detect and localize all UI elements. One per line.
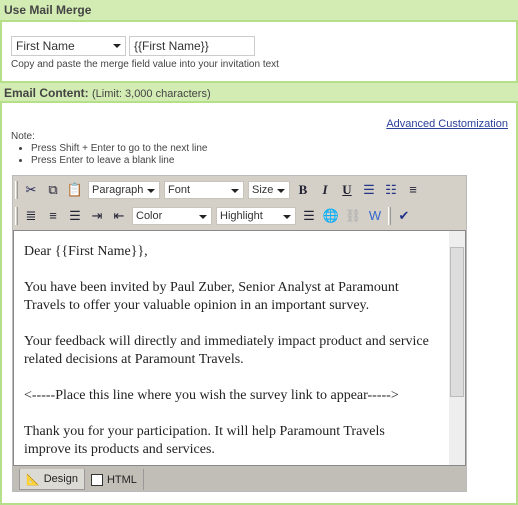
merge-field-select[interactable]: First Name bbox=[11, 36, 126, 56]
toolbar-grip bbox=[15, 180, 18, 199]
note: Note: Press Shift + Enter to go to the n… bbox=[11, 131, 208, 167]
rich-text-editor: ✂ ⧉ 📋 Paragraph Font Size B I U ☰ ☷ ≡ ≣ … bbox=[12, 175, 467, 492]
dropdown-value: Paragraph bbox=[92, 183, 144, 196]
body-paragraph: Your feedback will directly and immediat… bbox=[24, 334, 429, 367]
align-center-icon[interactable]: ≡ bbox=[44, 207, 62, 225]
dropdown-value: Size bbox=[252, 183, 274, 196]
spellcheck-icon[interactable]: ✔ bbox=[395, 207, 413, 225]
horizontal-rule-icon[interactable]: ☰ bbox=[300, 207, 318, 225]
toolbar-separator bbox=[388, 206, 391, 225]
dropdown-value: Color bbox=[136, 209, 163, 222]
body-paragraph: Dear {{First Name}}, bbox=[24, 244, 148, 259]
email-content-header: Email Content: (Limit: 3,000 characters) bbox=[0, 81, 518, 103]
align-left-icon[interactable]: ≡ bbox=[404, 181, 422, 199]
align-right-icon[interactable]: ≣ bbox=[22, 207, 40, 225]
limit-text: (Limit: 3,000 characters) bbox=[92, 88, 211, 100]
paragraph-dropdown[interactable]: Paragraph bbox=[88, 180, 160, 199]
section-title: Use Mail Merge bbox=[4, 3, 92, 17]
note-item: Press Enter to leave a blank line bbox=[31, 155, 208, 167]
cut-icon[interactable]: ✂ bbox=[22, 181, 40, 199]
scrollbar-thumb[interactable] bbox=[450, 247, 464, 397]
italic-icon[interactable]: I bbox=[316, 181, 334, 199]
highlight-dropdown[interactable]: Highlight bbox=[216, 206, 296, 225]
chevron-down-icon bbox=[277, 188, 285, 193]
tab-design[interactable]: 📐 Design bbox=[19, 469, 85, 490]
body-paragraph: <-----Place this line where you wish the… bbox=[24, 388, 399, 403]
merge-field-value-input[interactable]: {{First Name}} bbox=[129, 36, 255, 56]
toolbar-row-2: ≣ ≡ ☰ ⇥ ⇤ Color Highlight ☰ 🌐 ⛓ W ✔ bbox=[15, 203, 413, 228]
tab-html[interactable]: HTML bbox=[85, 469, 144, 490]
paste-icon[interactable]: 📋 bbox=[66, 181, 84, 199]
dropdown-value: Font bbox=[168, 183, 191, 196]
tab-label: HTML bbox=[106, 473, 137, 486]
merge-hint: Copy and paste the merge field value int… bbox=[11, 59, 279, 70]
tab-label: Design bbox=[43, 473, 78, 485]
note-label: Note: bbox=[11, 131, 35, 142]
unlink-icon[interactable]: ⛓ bbox=[344, 207, 362, 225]
indent-icon[interactable]: ⇥ bbox=[88, 207, 106, 225]
toolbar-grip bbox=[15, 206, 18, 225]
select-value: First Name bbox=[16, 39, 75, 53]
numbered-list-icon[interactable]: ☷ bbox=[382, 181, 400, 199]
insert-link-icon[interactable]: 🌐 bbox=[322, 207, 340, 225]
chevron-down-icon bbox=[147, 188, 155, 193]
bold-icon[interactable]: B bbox=[294, 181, 312, 199]
font-dropdown[interactable]: Font bbox=[164, 180, 244, 199]
justify-icon[interactable]: ☰ bbox=[66, 207, 84, 225]
dropdown-value: Highlight bbox=[220, 209, 263, 222]
html-icon bbox=[90, 473, 103, 486]
note-item: Press Shift + Enter to go to the next li… bbox=[31, 143, 208, 155]
mail-merge-header: Use Mail Merge bbox=[0, 0, 518, 22]
bulleted-list-icon[interactable]: ☰ bbox=[360, 181, 378, 199]
chevron-down-icon bbox=[199, 214, 207, 219]
editor-content[interactable]: Dear {{First Name}}, You have been invit… bbox=[13, 230, 466, 466]
underline-icon[interactable]: U bbox=[338, 181, 356, 199]
editor-scrollbar[interactable] bbox=[449, 231, 465, 465]
body-paragraph: Thank you for your participation. It wil… bbox=[24, 424, 385, 457]
chevron-down-icon bbox=[113, 44, 121, 48]
input-value: {{First Name}} bbox=[134, 39, 209, 53]
advanced-customization-link[interactable]: Advanced Customization bbox=[386, 118, 508, 130]
toolbar-row-1: ✂ ⧉ 📋 Paragraph Font Size B I U ☰ ☷ ≡ bbox=[15, 177, 422, 202]
size-dropdown[interactable]: Size bbox=[248, 180, 290, 199]
section-title: Email Content: bbox=[4, 86, 89, 100]
design-icon: 📐 bbox=[26, 473, 40, 486]
editor-mode-tabs: 📐 Design HTML bbox=[13, 466, 466, 491]
chevron-down-icon bbox=[231, 188, 239, 193]
color-dropdown[interactable]: Color bbox=[132, 206, 212, 225]
paste-from-word-icon[interactable]: W bbox=[366, 207, 384, 225]
copy-icon[interactable]: ⧉ bbox=[44, 181, 62, 199]
chevron-down-icon bbox=[283, 214, 291, 219]
body-paragraph: You have been invited by Paul Zuber, Sen… bbox=[24, 280, 399, 313]
outdent-icon[interactable]: ⇤ bbox=[110, 207, 128, 225]
